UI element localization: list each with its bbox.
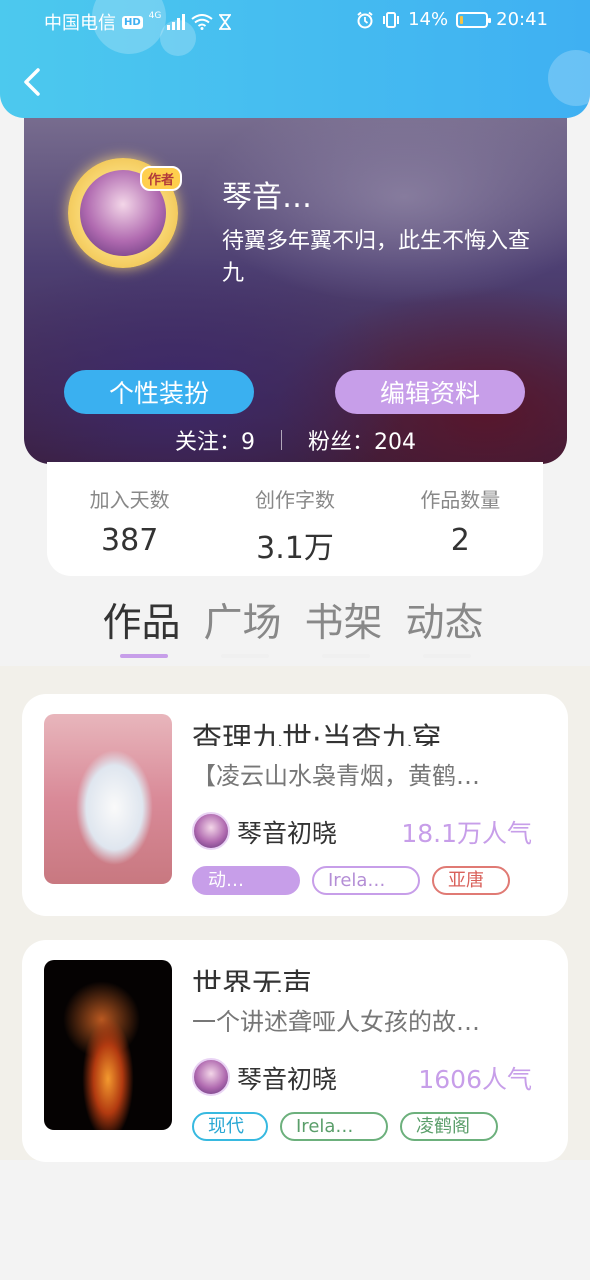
book-tag[interactable]: Irela… — [312, 866, 420, 895]
book-cover — [44, 714, 172, 884]
tab-indicator — [221, 654, 269, 658]
stat-label: 加入天数 — [89, 488, 170, 512]
stat-join-days: 加入天数 387 — [47, 462, 212, 576]
battery-percent: 14% — [408, 9, 449, 30]
book-tag[interactable]: Irela… — [280, 1112, 388, 1141]
tab-indicator — [120, 654, 168, 658]
battery-fill — [460, 15, 464, 24]
tab-label: 广场 — [203, 601, 282, 646]
stat-value: 2 — [450, 523, 470, 558]
stat-word-count: 创作字数 3.1万 — [212, 462, 377, 576]
book-tag[interactable]: 亚唐 — [432, 866, 510, 895]
book-card[interactable]: 世界无声 一个讲述聋哑人女孩的故… 琴音初晓 1606人气 现代 Irela… … — [22, 940, 568, 1162]
tab-label: 书架 — [304, 601, 383, 646]
book-tag[interactable]: 动… — [192, 866, 300, 895]
profile-card: 作者 琴音… 待翼多年翼不归，此生不悔入查九 个性装扮 编辑资料 关注：9 粉丝… — [24, 108, 567, 464]
tab-bookshelf[interactable]: 书架 — [302, 592, 385, 662]
follow-stats: 关注：9 粉丝：204 — [24, 424, 567, 456]
tab-indicator — [423, 654, 471, 658]
tab-square[interactable]: 广场 — [201, 592, 284, 662]
tab-indicator — [322, 654, 370, 658]
book-title: 杳理九世·当杳九穿 — [192, 722, 442, 746]
stat-label: 创作字数 — [254, 488, 335, 512]
stats-card: 加入天数 387 创作字数 3.1万 作品数量 2 — [47, 462, 543, 576]
decor-bubble — [548, 50, 590, 106]
book-description: 一个讲述聋哑人女孩的故… — [192, 1008, 480, 1036]
book-tag[interactable]: 凌鹤阁 — [400, 1112, 498, 1141]
tab-works[interactable]: 作品 — [100, 592, 183, 662]
carrier-name: 中国电信 — [44, 13, 116, 34]
hourglass-icon — [219, 14, 232, 30]
author-name: 琴音初晓 — [237, 1065, 338, 1094]
hd-badge: HD — [122, 15, 143, 29]
stat-value: 387 — [101, 523, 159, 558]
fans-count[interactable]: 粉丝：204 — [308, 424, 416, 456]
book-card[interactable]: 杳理九世·当杳九穿 【凌云山水袅青烟，黄鹤… 琴音初晓 18.1万人气 动… I… — [22, 694, 568, 916]
user-avatar[interactable]: 作者 — [68, 158, 182, 268]
book-cover — [44, 960, 172, 1130]
stat-value: 3.1万 — [256, 531, 334, 566]
user-nickname: 琴音… — [222, 180, 312, 215]
author-name: 琴音初晓 — [237, 819, 338, 848]
author-badge: 作者 — [139, 166, 182, 191]
signal-icon — [167, 14, 186, 30]
divider — [281, 430, 282, 450]
user-bio: 待翼多年翼不归，此生不悔入查九 — [222, 229, 531, 286]
popularity-count: 1606人气 — [418, 1065, 532, 1094]
popularity-count: 18.1万人气 — [401, 819, 532, 848]
alarm-icon — [357, 11, 373, 28]
tab-label: 动态 — [405, 601, 484, 646]
author-avatar — [192, 1058, 230, 1096]
stat-works-count: 作品数量 2 — [378, 462, 543, 576]
battery-icon — [456, 11, 492, 28]
tab-label: 作品 — [102, 601, 181, 646]
status-bar: 中国电信 HD 4G 14% 20:41 — [0, 0, 590, 40]
wifi-icon — [191, 14, 213, 30]
clock-time: 20:41 — [496, 9, 548, 30]
vibrate-icon — [383, 11, 400, 28]
following-count[interactable]: 关注：9 — [175, 424, 255, 456]
book-title: 世界无声 — [192, 968, 312, 992]
back-arrow-icon — [24, 68, 40, 96]
dress-up-button[interactable]: 个性装扮 — [64, 370, 254, 414]
book-description: 【凌云山水袅青烟，黄鹤… — [192, 762, 480, 790]
content-tabs: 作品 广场 书架 动态 — [100, 592, 486, 662]
tab-feed[interactable]: 动态 — [403, 592, 486, 662]
edit-profile-button[interactable]: 编辑资料 — [335, 370, 525, 414]
stat-label: 作品数量 — [420, 488, 501, 512]
back-button[interactable] — [16, 62, 52, 102]
network-type: 4G — [148, 11, 162, 21]
author-avatar — [192, 812, 230, 850]
book-tag[interactable]: 现代 — [192, 1112, 268, 1141]
